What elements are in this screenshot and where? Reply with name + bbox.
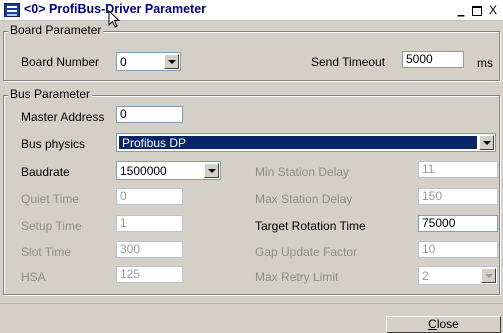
target-rotation-time-label: Target Rotation Time (255, 219, 366, 233)
baudrate-label: Baudrate (21, 165, 70, 179)
setup-time-field: 1 (116, 215, 183, 232)
min-station-delay-field: 11 (418, 161, 498, 178)
max-retry-limit-label: Max Retry Limit (255, 270, 339, 284)
max-station-delay-label: Max Station Delay (255, 192, 353, 206)
bus-parameter-legend: Bus Parameter (8, 87, 93, 101)
baudrate-value: 1500000 (120, 164, 167, 178)
chevron-down-icon[interactable] (164, 54, 179, 69)
close-button[interactable]: Close (386, 316, 501, 333)
max-retry-limit-select: 2 (418, 266, 498, 285)
chevron-down-icon (481, 268, 496, 283)
board-parameter-legend: Board Parameter (8, 23, 104, 37)
send-timeout-unit: ms (477, 56, 493, 70)
baudrate-select[interactable]: 1500000 (116, 161, 221, 180)
max-retry-limit-value: 2 (422, 269, 429, 283)
chevron-down-icon[interactable] (204, 163, 219, 178)
bus-physics-select[interactable]: Profibus DP (116, 133, 496, 152)
bus-physics-label: Bus physics (21, 137, 86, 151)
chevron-down-icon[interactable] (479, 135, 494, 150)
board-number-select[interactable]: 0 (116, 52, 181, 71)
setup-time-label: Setup Time (21, 219, 82, 233)
min-station-delay-label: Min Station Delay (255, 165, 350, 179)
send-timeout-field[interactable]: 5000 (402, 51, 464, 68)
hsa-field: 125 (116, 266, 183, 283)
slot-time-field: 300 (116, 241, 183, 258)
master-address-label: Master Address (21, 110, 105, 124)
quiet-time-label: Quiet Time (21, 192, 80, 206)
target-rotation-time-field[interactable]: 75000 (418, 215, 498, 232)
hsa-label: HSA (21, 270, 46, 284)
footer-divider (0, 303, 503, 304)
slot-time-label: Slot Time (21, 245, 72, 259)
master-address-field[interactable]: 0 (116, 106, 183, 123)
profibus-app-icon[interactable] (4, 3, 20, 17)
close-label: lose (436, 317, 459, 331)
bus-physics-value: Profibus DP (122, 136, 187, 150)
quiet-time-field: 0 (116, 188, 183, 205)
send-timeout-label: Send Timeout (311, 55, 386, 69)
board-number-value: 0 (120, 55, 127, 69)
close-window-button[interactable]: X (485, 3, 501, 18)
gap-update-factor-label: Gap Update Factor (255, 245, 358, 259)
board-number-label: Board Number (21, 55, 100, 69)
maximize-button[interactable] (469, 3, 485, 18)
minimize-button[interactable]: _ (453, 3, 469, 18)
title-bar[interactable]: <0> ProfiBus-Driver Parameter _ X (0, 0, 503, 21)
max-station-delay-field: 150 (418, 188, 498, 205)
close-accelerator: C (428, 317, 437, 331)
gap-update-factor-field: 10 (418, 241, 498, 258)
mouse-pointer-icon (108, 10, 121, 28)
